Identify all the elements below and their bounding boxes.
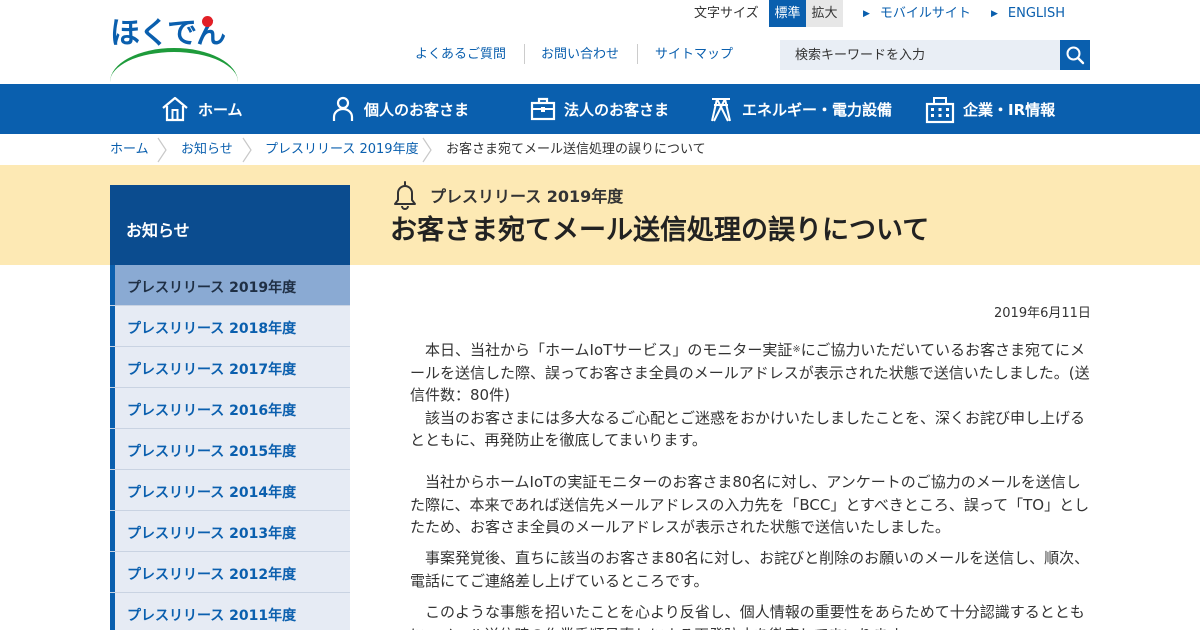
search-button[interactable] (1060, 40, 1090, 70)
font-size-label: 文字サイズ (694, 6, 759, 21)
breadcrumb-home[interactable]: ホーム (110, 142, 149, 157)
sidebar-item-label: プレスリリース 2014年度 (127, 485, 297, 501)
chevron-right-icon (242, 137, 252, 163)
divider (637, 44, 638, 64)
global-nav: ホーム 個人のお客さま 法人のお客さま エネルギー・電力設備 企業・IR情報 (0, 84, 1200, 134)
sidebar-item-label: プレスリリース 2019年度 (127, 280, 297, 296)
chevron-right-icon (422, 137, 432, 163)
faq-link[interactable]: よくあるご質問 (415, 47, 506, 63)
nav-personal-label: 個人のお客さま (364, 100, 470, 119)
sidebar-item-press-2018[interactable]: プレスリリース 2018年度 (110, 306, 350, 347)
sidebar-item-label: プレスリリース 2011年度 (127, 608, 297, 624)
chevron-right-icon (157, 137, 167, 163)
breadcrumb-news[interactable]: お知らせ (181, 142, 233, 157)
sidebar-item-press-2019[interactable]: プレスリリース 2019年度 (110, 265, 350, 306)
triangle-right-icon: ▶ (991, 9, 998, 19)
triangle-right-icon: ▶ (863, 9, 870, 19)
nav-corporate[interactable]: 法人のお客さま (530, 84, 669, 134)
nav-company[interactable]: 企業・IR情報 (925, 84, 1055, 134)
power-tower-icon (711, 98, 731, 122)
site-header: ほくでん 文字サイズ 標準 拡大 ▶ モバイルサイト ▶ ENGLISH よくあるご… (0, 0, 1200, 84)
article-paragraph: 当社からホームIoTの実証モニターのお客さま80名に対し、アンケートのご協力のメ… (410, 473, 1090, 536)
breadcrumb-press-2019[interactable]: プレスリリース 2019年度 (265, 142, 419, 157)
english-link[interactable]: ▶ ENGLISH (991, 6, 1065, 23)
nav-energy-label: エネルギー・電力設備 (742, 100, 893, 119)
nav-company-label: 企業・IR情報 (963, 100, 1056, 119)
sidebar-item-press-2016[interactable]: プレスリリース 2016年度 (110, 388, 350, 429)
search-input[interactable] (780, 40, 1061, 70)
sidebar-item-press-2014[interactable]: プレスリリース 2014年度 (110, 470, 350, 511)
logo-red-dot (202, 16, 213, 27)
house-icon (162, 96, 188, 122)
contact-link[interactable]: お問い合わせ (541, 47, 619, 63)
article-paragraph: 本日、当社から「ホームIoTサービス」のモニター実証※にご協力いただいているお客… (410, 339, 1090, 452)
search-icon (1066, 46, 1085, 65)
category-label: プレスリリース 2019年度 (430, 187, 624, 206)
sidebar-item-press-2011[interactable]: プレスリリース 2011年度 (110, 593, 350, 630)
sidebar-item-label: プレスリリース 2017年度 (127, 362, 297, 378)
sidebar-heading: お知らせ (110, 185, 350, 265)
font-size-standard-button[interactable]: 標準 (769, 0, 806, 27)
nav-home[interactable]: ホーム (160, 84, 243, 134)
bell-icon (394, 181, 416, 210)
article-paragraph: 事案発覚後、直ちに該当のお客さま80名に対し、お詫びと削除のお願いのメールを送信… (410, 549, 1090, 590)
building-icon (925, 97, 955, 124)
mobile-site-label: モバイルサイト (879, 6, 971, 21)
nav-personal[interactable]: 個人のお客さま (330, 84, 469, 134)
nav-home-label: ホーム (198, 100, 243, 119)
mobile-site-link[interactable]: ▶ モバイルサイト (863, 6, 971, 23)
footnote-marker[interactable]: ※ (792, 344, 800, 355)
breadcrumb-current: お客さま宛てメール送信処理の誤りについて (446, 142, 706, 157)
breadcrumb: ホーム お知らせ プレスリリース 2019年度 お客さま宛てメール送信処理の誤り… (0, 134, 1200, 165)
person-icon (332, 96, 354, 121)
sidebar-item-press-2012[interactable]: プレスリリース 2012年度 (110, 552, 350, 593)
publish-date: 2019年6月11日 (994, 306, 1091, 321)
sidebar-item-press-2015[interactable]: プレスリリース 2015年度 (110, 429, 350, 470)
sidebar-item-label: プレスリリース 2018年度 (127, 321, 297, 337)
sidebar-item-press-2013[interactable]: プレスリリース 2013年度 (110, 511, 350, 552)
article-paragraph: このような事態を招いたことを心より反省し、個人情報の重要性をあらためて十分認識す… (410, 603, 1085, 630)
nav-corporate-label: 法人のお客さま (564, 100, 670, 119)
sidebar-item-label: プレスリリース 2016年度 (127, 403, 297, 419)
page-title: お客さま宛てメール送信処理の誤りについて (390, 215, 930, 246)
sitemap-link[interactable]: サイトマップ (655, 47, 733, 63)
article-text: 該当のお客さまには多大なるご心配とご迷惑をおかけいたしましたことを、深くお詫び申… (410, 408, 1086, 450)
nav-energy[interactable]: エネルギー・電力設備 (708, 84, 892, 134)
sidebar-item-label: プレスリリース 2012年度 (127, 567, 297, 583)
briefcase-icon (530, 97, 556, 121)
sidebar-heading-label: お知らせ (126, 221, 190, 240)
article-text: 本日、当社から「ホームIoTサービス」のモニター実証 (410, 341, 793, 359)
sidebar-item-press-2017[interactable]: プレスリリース 2017年度 (110, 347, 350, 388)
english-label: ENGLISH (1007, 6, 1066, 21)
divider (524, 44, 525, 64)
sidebar-item-label: プレスリリース 2013年度 (127, 526, 297, 542)
hokuden-logo[interactable]: ほくでん (110, 14, 240, 70)
page-category: プレスリリース 2019年度 (392, 180, 623, 210)
sidebar-item-label: プレスリリース 2015年度 (127, 444, 297, 460)
font-size-large-button[interactable]: 拡大 (806, 0, 843, 27)
